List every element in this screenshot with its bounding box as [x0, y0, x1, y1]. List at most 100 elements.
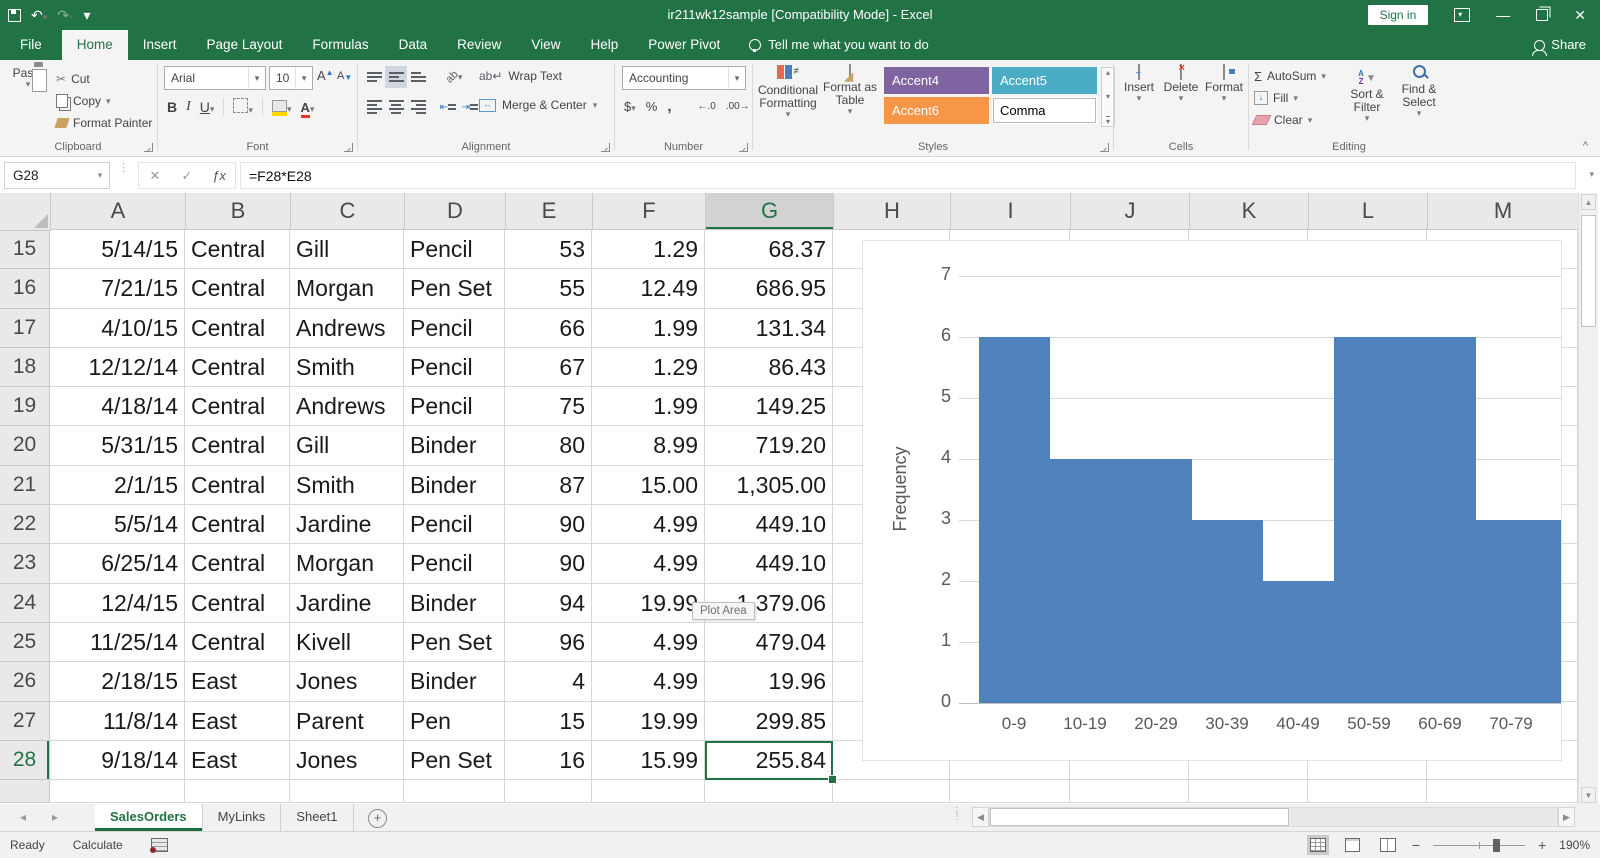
- gallery-more-icon[interactable]: ▾: [1106, 116, 1110, 126]
- select-all-corner[interactable]: [0, 193, 51, 231]
- grid-cell[interactable]: [404, 780, 505, 803]
- grid-cell[interactable]: Central: [185, 426, 290, 465]
- grid-cell[interactable]: 90: [505, 505, 592, 544]
- grid-cell[interactable]: 96: [505, 623, 592, 662]
- format-as-table-button[interactable]: ◢ Format as Table ▾: [820, 65, 880, 115]
- row-header-19[interactable]: 19: [0, 387, 50, 426]
- decrease-decimal-button[interactable]: .00→: [726, 101, 750, 112]
- grid-cell[interactable]: 5/5/14: [50, 505, 185, 544]
- grid-cell[interactable]: 1,305.00: [705, 466, 833, 505]
- cancel-icon[interactable]: ✕: [139, 168, 171, 184]
- autosum-button[interactable]: Σ AutoSum ▾: [1254, 65, 1326, 87]
- grid-cell[interactable]: Binder: [404, 584, 505, 623]
- grid-cell[interactable]: 94: [505, 584, 592, 623]
- col-header-L[interactable]: L: [1309, 193, 1428, 230]
- ribbon-tab-home[interactable]: Home: [62, 30, 128, 60]
- merge-center-button[interactable]: ↔ Merge & Center ▾: [479, 98, 597, 112]
- macro-record-icon[interactable]: [151, 838, 168, 852]
- fill-handle[interactable]: [828, 775, 837, 784]
- grid-cell[interactable]: Parent: [290, 702, 404, 741]
- format-cells-button[interactable]: Format ▾: [1203, 65, 1245, 102]
- grid-cell[interactable]: Central: [185, 269, 290, 308]
- col-header-F[interactable]: F: [593, 193, 706, 230]
- grid-cell[interactable]: 7/21/15: [50, 269, 185, 308]
- align-center-button[interactable]: [385, 96, 407, 118]
- ribbon-display-options-icon[interactable]: ▾: [1454, 8, 1470, 22]
- name-box[interactable]: G28 ▾: [4, 162, 110, 189]
- ribbon-tab-view[interactable]: View: [516, 30, 575, 60]
- grid-cell[interactable]: Kivell: [290, 623, 404, 662]
- row-header-17[interactable]: 17: [0, 309, 50, 348]
- grid-cell[interactable]: 479.04: [705, 623, 833, 662]
- grid-cell[interactable]: Gill: [290, 426, 404, 465]
- grid-cell[interactable]: 6/25/14: [50, 544, 185, 583]
- embedded-chart[interactable]: Units Sold Frequency 012345670-910-1920-…: [862, 240, 1562, 761]
- grid-cell[interactable]: Pencil: [404, 387, 505, 426]
- sheet-tab-salesorders[interactable]: SalesOrders: [95, 804, 203, 831]
- grid-cell[interactable]: 80: [505, 426, 592, 465]
- grid-cell[interactable]: 19.99: [592, 702, 705, 741]
- grid-cell[interactable]: Pen Set: [404, 269, 505, 308]
- minimize-button[interactable]: —: [1496, 7, 1510, 23]
- grid-cell[interactable]: Gill: [290, 230, 404, 269]
- grid-cell[interactable]: Smith: [290, 466, 404, 505]
- number-dialog-launcher-icon[interactable]: [739, 143, 748, 152]
- grid-cell[interactable]: 299.85: [705, 702, 833, 741]
- grid-cell[interactable]: [1308, 780, 1427, 803]
- ribbon-tab-file[interactable]: File: [0, 30, 62, 60]
- horizontal-scrollbar[interactable]: [989, 807, 1558, 827]
- grid-cell[interactable]: 1.29: [592, 230, 705, 269]
- ribbon-tab-help[interactable]: Help: [575, 30, 633, 60]
- grid-cell[interactable]: 1.99: [592, 387, 705, 426]
- grid-cell[interactable]: Central: [185, 309, 290, 348]
- ribbon-tab-formulas[interactable]: Formulas: [297, 30, 383, 60]
- vertical-scrollbar[interactable]: ▲ ▼: [1578, 193, 1598, 804]
- normal-view-button[interactable]: [1307, 835, 1329, 855]
- sheet-nav-left-icon[interactable]: ◂: [20, 810, 26, 824]
- italic-button[interactable]: I: [186, 99, 191, 115]
- comma-style-button[interactable]: ,: [667, 98, 671, 115]
- accounting-format-button[interactable]: $▾: [624, 99, 636, 114]
- grid-cell[interactable]: 68.37: [705, 230, 833, 269]
- fill-color-button[interactable]: ▾: [272, 100, 292, 115]
- clipboard-dialog-launcher-icon[interactable]: [144, 143, 153, 152]
- sheet-tab-sheet1[interactable]: Sheet1: [281, 804, 353, 831]
- grid-cell[interactable]: Jones: [290, 662, 404, 701]
- grid-cell[interactable]: Binder: [404, 662, 505, 701]
- increase-indent-button[interactable]: ⇥: [459, 96, 481, 118]
- grid-cell[interactable]: [833, 780, 950, 803]
- grid-cell[interactable]: Binder: [404, 466, 505, 505]
- grid-cell[interactable]: Pencil: [404, 230, 505, 269]
- scroll-up-icon[interactable]: ▲: [1581, 194, 1596, 210]
- grid-cell[interactable]: 9/18/14: [50, 741, 185, 780]
- row-header-18[interactable]: 18: [0, 348, 50, 387]
- row-header-27[interactable]: 27: [0, 702, 50, 741]
- font-size-select[interactable]: 10 ▾: [269, 66, 313, 90]
- col-header-M[interactable]: M: [1428, 193, 1579, 230]
- alignment-dialog-launcher-icon[interactable]: [601, 143, 610, 152]
- ribbon-tab-power-pivot[interactable]: Power Pivot: [633, 30, 735, 60]
- grid-cell[interactable]: Central: [185, 584, 290, 623]
- grid-cell[interactable]: [1070, 780, 1189, 803]
- delete-cells-button[interactable]: × Delete ▾: [1160, 65, 1202, 102]
- grid-cell[interactable]: Morgan: [290, 269, 404, 308]
- grid-cell[interactable]: [290, 780, 404, 803]
- tab-split-handle[interactable]: ⋮⋮: [952, 809, 962, 819]
- enter-icon[interactable]: ✓: [171, 168, 203, 184]
- increase-decimal-button[interactable]: ←.0: [698, 101, 716, 112]
- gallery-up-icon[interactable]: ▴: [1106, 68, 1110, 77]
- col-header-J[interactable]: J: [1071, 193, 1190, 230]
- paste-button[interactable]: Paste ▾: [6, 65, 50, 88]
- grid-cell[interactable]: 4.99: [592, 662, 705, 701]
- percent-style-button[interactable]: %: [646, 99, 658, 114]
- grid-cell[interactable]: 11/8/14: [50, 702, 185, 741]
- grid-cell[interactable]: Andrews: [290, 309, 404, 348]
- grid-cell[interactable]: 4.99: [592, 623, 705, 662]
- col-header-B[interactable]: B: [186, 193, 291, 230]
- grid-cell[interactable]: 19.99: [592, 584, 705, 623]
- zoom-level[interactable]: 190%: [1559, 838, 1590, 852]
- vertical-scroll-thumb[interactable]: [1581, 215, 1596, 327]
- grid-cell[interactable]: East: [185, 741, 290, 780]
- gallery-down-icon[interactable]: ▾: [1106, 92, 1110, 101]
- grid-cell[interactable]: Central: [185, 505, 290, 544]
